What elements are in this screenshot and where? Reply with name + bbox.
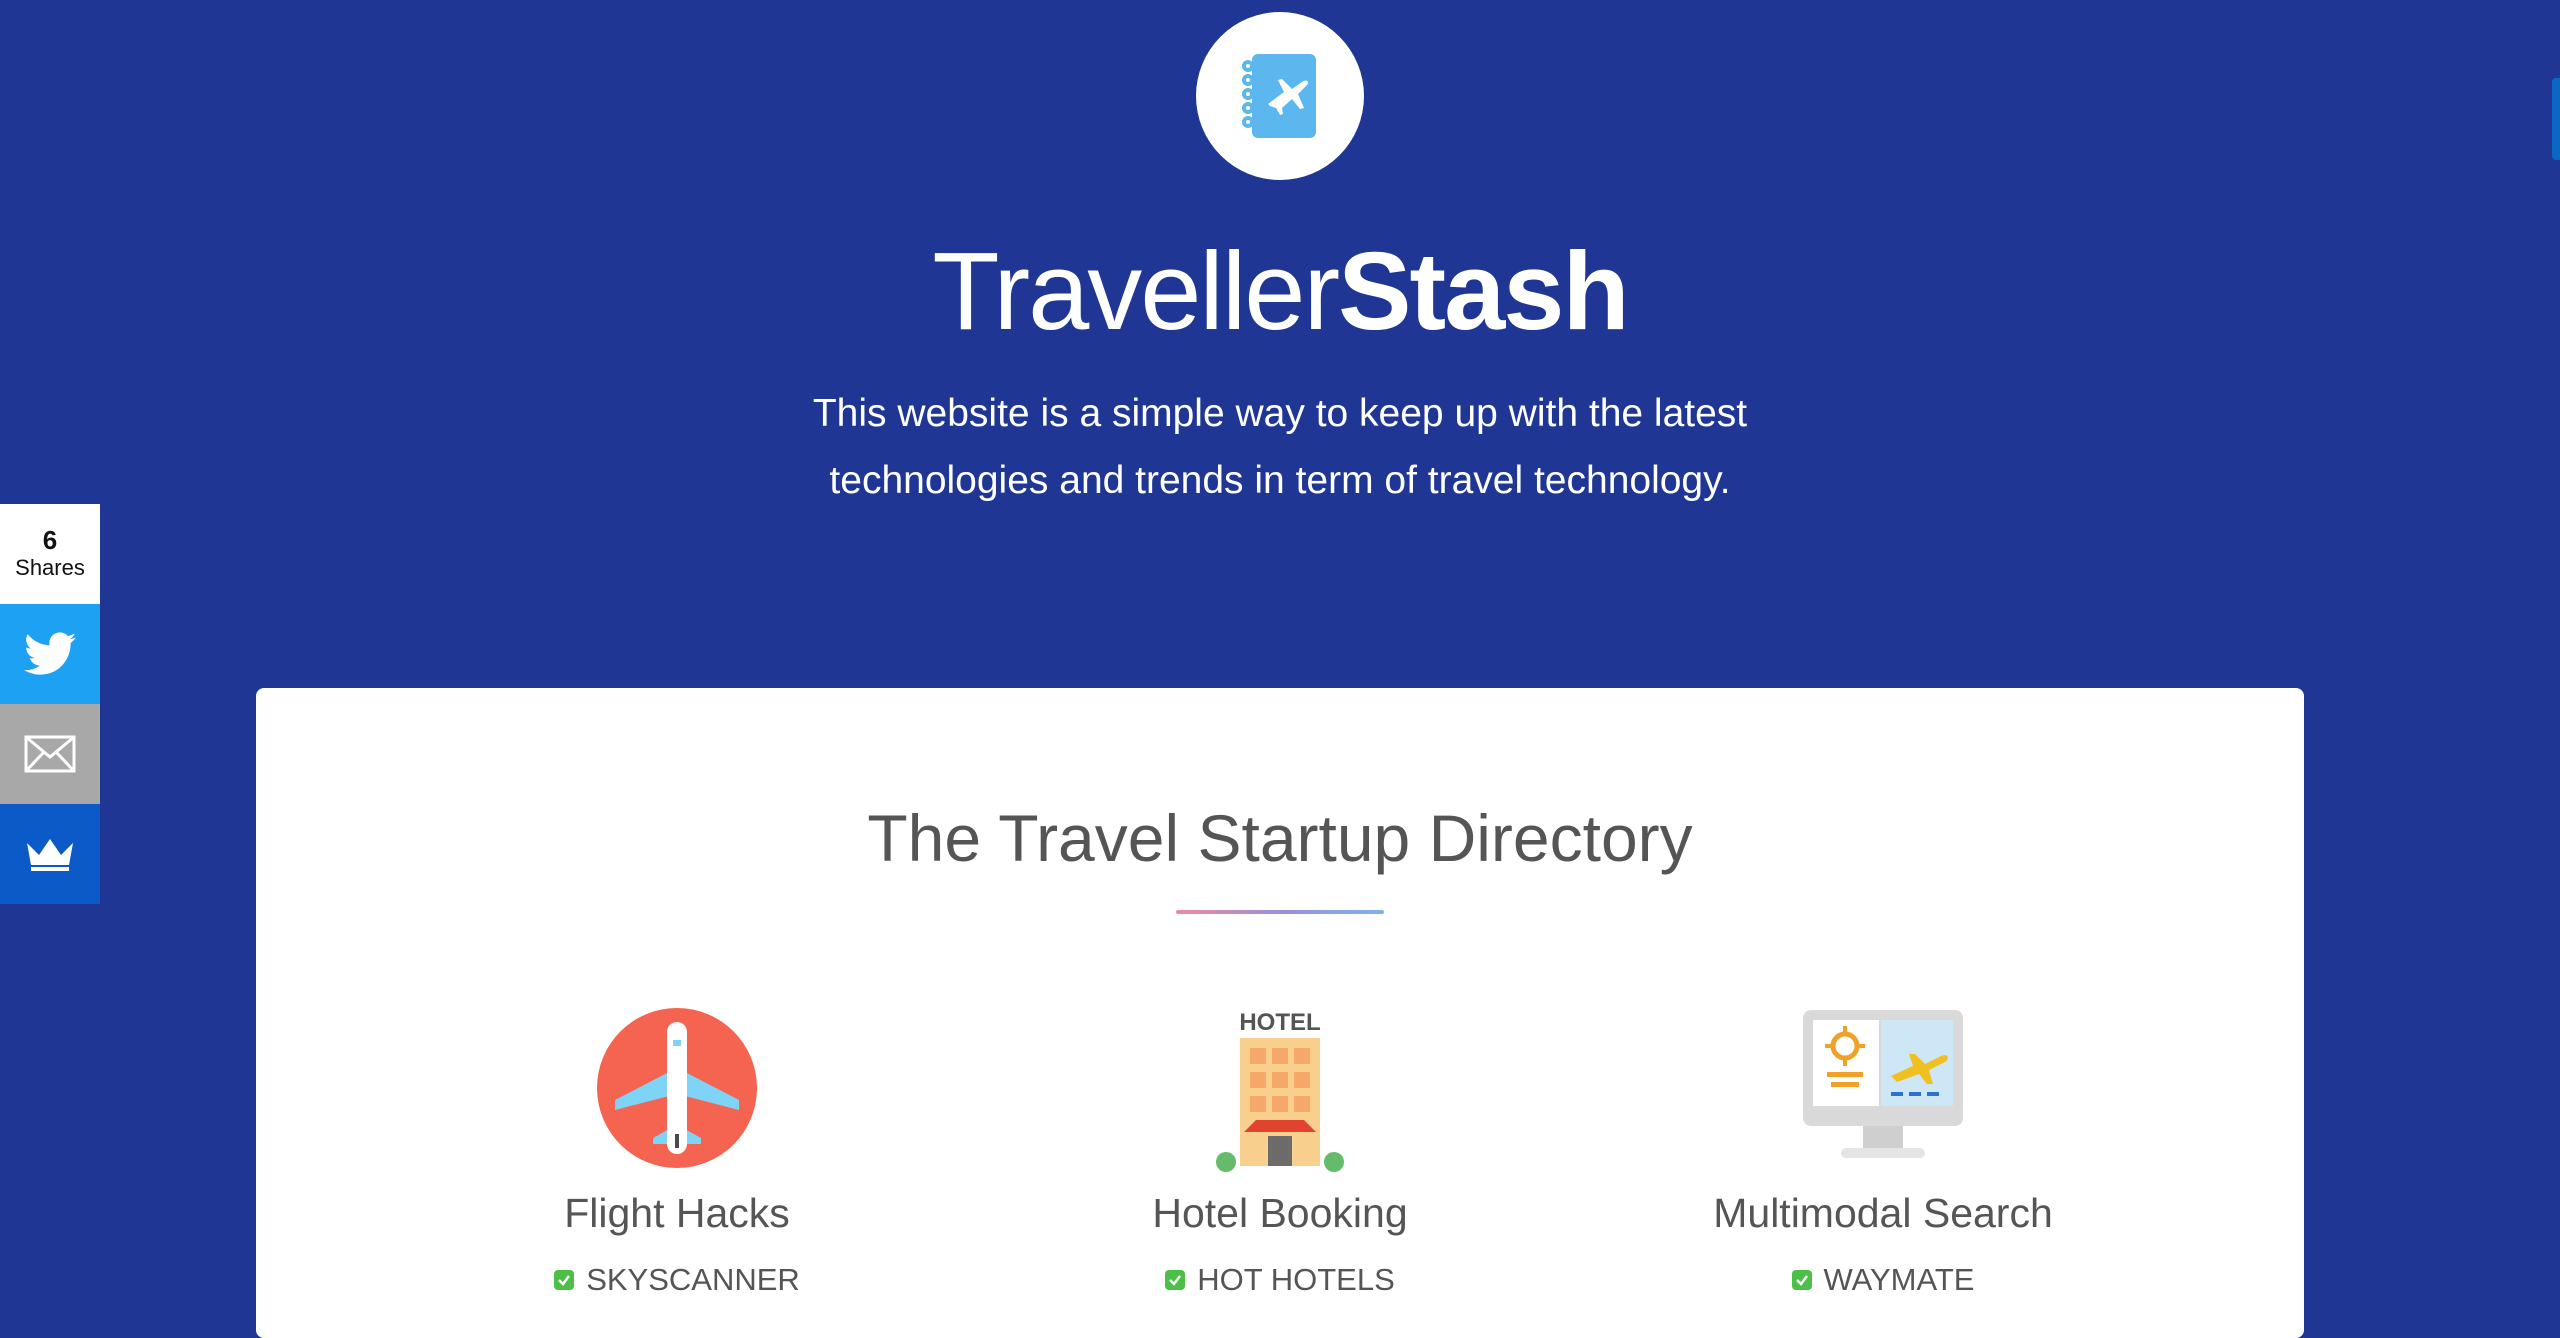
share-count-number: 6 bbox=[42, 525, 58, 555]
email-share-button[interactable] bbox=[0, 704, 100, 804]
share-count: 6 Shares bbox=[0, 504, 100, 604]
site-logo[interactable] bbox=[1196, 12, 1364, 180]
hotel-icon: HOTEL bbox=[1216, 1009, 1344, 1172]
airplane-icon bbox=[597, 1008, 757, 1168]
twitter-share-button[interactable] bbox=[0, 604, 100, 704]
directory-title: The Travel Startup Directory bbox=[867, 801, 1693, 875]
category-item-label: WAYMATE bbox=[1823, 1262, 1975, 1297]
category-item-label: SKYSCANNER bbox=[586, 1262, 800, 1297]
hero-section: TravellerStash This website is a simple … bbox=[0, 0, 2560, 690]
check-icon bbox=[1791, 1270, 1812, 1290]
hotel-icon-text: HOTEL bbox=[1239, 1009, 1320, 1036]
directory-card: The Travel Startup Directory Flight Hack… bbox=[256, 688, 2304, 1338]
category-item[interactable]: SKYSCANNER bbox=[467, 1260, 887, 1300]
category-title: Multimodal Search bbox=[1713, 1190, 2053, 1236]
site-title-bold: Stash bbox=[1338, 230, 1630, 353]
site-tagline: This website is a simple way to keep up … bbox=[812, 392, 1748, 502]
check-icon bbox=[554, 1270, 575, 1290]
category-title: Flight Hacks bbox=[564, 1190, 790, 1236]
site-title: TravellerStash bbox=[0, 222, 2560, 362]
category-multimodal-search[interactable]: Multimodal Search WAYMATE bbox=[1673, 1006, 2093, 1300]
side-tab[interactable] bbox=[2552, 78, 2560, 160]
email-icon bbox=[24, 735, 76, 773]
twitter-icon bbox=[24, 632, 76, 675]
share-count-label: Shares bbox=[15, 555, 85, 580]
crown-icon bbox=[27, 839, 73, 871]
title-divider bbox=[1176, 910, 1384, 914]
category-item-label: HOT HOTELS bbox=[1197, 1262, 1395, 1297]
category-item[interactable]: WAYMATE bbox=[1673, 1260, 2093, 1300]
travel-notebook-icon bbox=[1242, 54, 1316, 138]
check-icon bbox=[1165, 1270, 1186, 1290]
crown-share-button[interactable] bbox=[0, 804, 100, 904]
share-bar: 6 Shares bbox=[0, 504, 100, 904]
category-item[interactable]: HOT HOTELS bbox=[1070, 1260, 1490, 1300]
monitor-icon bbox=[1803, 1010, 1963, 1158]
category-hotel-booking[interactable]: HOTEL Hotel Booking HOT HOTELS bbox=[1070, 1006, 1490, 1300]
site-title-light: Traveller bbox=[932, 230, 1340, 353]
category-title: Hotel Booking bbox=[1152, 1190, 1408, 1236]
category-flight-hacks[interactable]: Flight Hacks SKYSCANNER bbox=[467, 1006, 887, 1300]
